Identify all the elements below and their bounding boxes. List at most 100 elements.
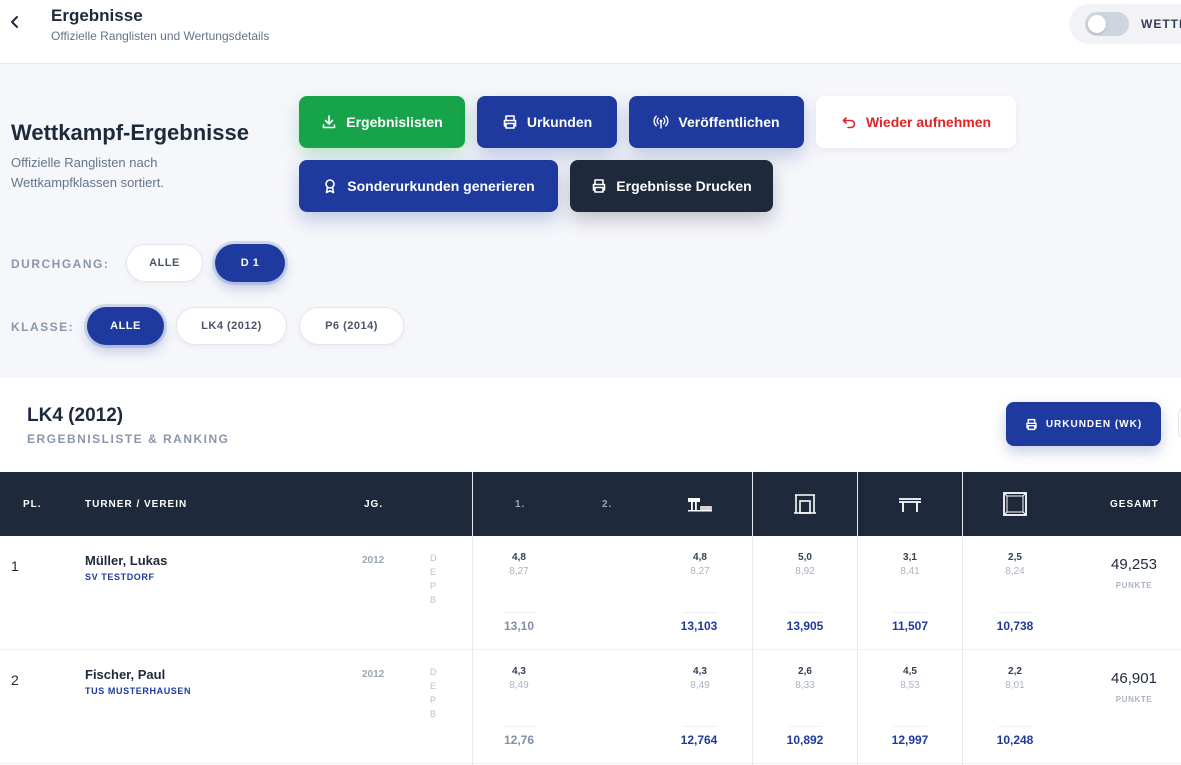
- rings-d-score: 2,6: [798, 666, 812, 677]
- floor-total: 10,248: [996, 733, 1034, 747]
- parallel-bars-icon: [899, 498, 921, 512]
- floor-e-score: 8,24: [1005, 566, 1025, 577]
- vault-d-score: 4,3: [693, 666, 707, 677]
- score-divider: [893, 726, 927, 727]
- table-header: PL. TURNER / VEREIN JG. 1. 2. GESAMT: [0, 472, 1181, 536]
- urkunden-label: Urkunden: [526, 114, 593, 130]
- broadcast-icon: [653, 115, 669, 129]
- first-total: 12,76: [503, 733, 535, 747]
- class-subtitle: ERGEBNISLISTE & RANKING: [27, 432, 230, 446]
- rings-d-score: 5,0: [798, 552, 812, 563]
- toggle-label: WETTK: [1141, 17, 1181, 31]
- row-year: 2012: [362, 669, 385, 680]
- wettkampf-toggle[interactable]: WETTK: [1069, 4, 1181, 44]
- header-turner: TURNER / VEREIN: [85, 499, 188, 510]
- top-bar: Ergebnisse Offizielle Ranglisten und Wer…: [0, 0, 1181, 64]
- floor-total: 10,738: [996, 619, 1034, 633]
- score-divider: [998, 726, 1032, 727]
- sonderurkunden-button[interactable]: Sonderurkunden generieren: [299, 160, 558, 212]
- first-e-score: 8,49: [509, 680, 529, 691]
- header-year: JG.: [364, 499, 384, 510]
- header-place: PL.: [23, 499, 42, 510]
- rings-total: 10,892: [786, 733, 824, 747]
- page-title: Ergebnisse: [51, 6, 143, 25]
- row-club: TUS MUSTERHAUSEN: [85, 686, 192, 696]
- klasse-filter-lk4[interactable]: LK4 (2012): [176, 307, 287, 345]
- toggle-switch[interactable]: [1085, 12, 1129, 36]
- score-label-b: B: [430, 709, 437, 719]
- row-place: 1: [11, 558, 19, 574]
- veroeffentlichen-button[interactable]: Veröffentlichen: [629, 96, 804, 148]
- undo-icon: [842, 117, 856, 129]
- rings-icon: [794, 494, 816, 514]
- ergebnislisten-button[interactable]: Ergebnislisten: [299, 96, 465, 148]
- score-label-e: E: [430, 567, 437, 577]
- score-divider: [683, 612, 717, 613]
- floor-d-score: 2,5: [1008, 552, 1022, 563]
- klasse-filter-alle[interactable]: ALLE: [87, 307, 164, 345]
- section-subtitle: Offizielle Ranglisten nach Wettkampfklas…: [11, 155, 164, 190]
- row-year: 2012: [362, 555, 385, 566]
- row-gesamt: 46,901: [1111, 670, 1157, 687]
- parallel-bars-d-score: 4,5: [903, 666, 917, 677]
- row-place: 2: [11, 672, 19, 688]
- ergebnisse-drucken-button[interactable]: Ergebnisse Drucken: [570, 160, 773, 212]
- score-divider: [998, 612, 1032, 613]
- durchgang-filter-d1[interactable]: D 1: [215, 244, 285, 282]
- score-divider: [683, 726, 717, 727]
- rings-e-score: 8,92: [795, 566, 815, 577]
- toggle-knob: [1088, 15, 1106, 33]
- score-label-e: E: [430, 681, 437, 691]
- header-run-2: 2.: [602, 499, 613, 510]
- header-run-1: 1.: [515, 499, 526, 510]
- back-chevron-icon[interactable]: [8, 12, 22, 32]
- first-d-score: 4,3: [512, 666, 526, 677]
- printer-icon: [1026, 418, 1037, 430]
- printer-icon: [503, 115, 517, 129]
- score-label-d: D: [430, 667, 437, 677]
- vault-d-score: 4,8: [693, 552, 707, 563]
- wieder-aufnehmen-button[interactable]: Wieder aufnehmen: [816, 96, 1016, 148]
- vault-total: 12,764: [680, 733, 718, 747]
- durchgang-label: DURCHGANG:: [11, 257, 110, 271]
- score-label-p: P: [430, 695, 437, 705]
- klasse-label: KLASSE:: [11, 320, 75, 334]
- row-club: SV TESTDORF: [85, 572, 155, 582]
- results-card: LK4 (2012) ERGEBNISLISTE & RANKING URKUN…: [0, 378, 1181, 765]
- floor-e-score: 8,01: [1005, 680, 1025, 691]
- durchgang-filter-alle[interactable]: ALLE: [126, 244, 203, 282]
- score-divider: [503, 612, 537, 613]
- row-gymnast-name: Fischer, Paul: [85, 667, 166, 682]
- first-e-score: 8,27: [509, 566, 529, 577]
- parallel-bars-total: 12,997: [891, 733, 929, 747]
- parallel-bars-e-score: 8,41: [900, 566, 920, 577]
- score-divider: [893, 612, 927, 613]
- urkunden-wk-label: URKUNDEN (WK): [1045, 418, 1143, 430]
- vault-e-score: 8,27: [690, 566, 710, 577]
- urkunden-button[interactable]: Urkunden: [477, 96, 617, 148]
- score-label-b: B: [430, 595, 437, 605]
- table-row[interactable]: 2 Fischer, Paul TUS MUSTERHAUSEN 2012 D …: [0, 650, 1181, 764]
- urkunden-wk-button[interactable]: URKUNDEN (WK): [1006, 402, 1161, 446]
- section-title: Wettkampf-Ergebnisse: [11, 120, 249, 145]
- score-divider: [788, 726, 822, 727]
- printer-icon: [592, 179, 606, 193]
- ergebnislisten-label: Ergebnislisten: [346, 114, 443, 130]
- row-gesamt: 49,253: [1111, 556, 1157, 573]
- score-divider: [788, 612, 822, 613]
- first-d-score: 4,8: [512, 552, 526, 563]
- vault-e-score: 8,49: [690, 680, 710, 691]
- wieder-aufnehmen-label: Wieder aufnehmen: [865, 114, 992, 130]
- klasse-filter-p6[interactable]: P6 (2014): [299, 307, 404, 345]
- score-label-d: D: [430, 553, 437, 563]
- first-total: 13,10: [503, 619, 535, 633]
- vault-icon: [688, 498, 712, 512]
- sonderurkunden-label: Sonderurkunden generieren: [347, 178, 535, 194]
- veroeffentlichen-label: Veröffentlichen: [678, 114, 780, 130]
- row-gymnast-name: Müller, Lukas: [85, 553, 168, 568]
- vault-total: 13,103: [680, 619, 718, 633]
- class-title: LK4 (2012): [27, 405, 124, 426]
- table-row[interactable]: 1 Müller, Lukas SV TESTDORF 2012 D E P B…: [0, 536, 1181, 650]
- rings-total: 13,905: [786, 619, 824, 633]
- row-points-label: PUNKTE: [1115, 695, 1153, 704]
